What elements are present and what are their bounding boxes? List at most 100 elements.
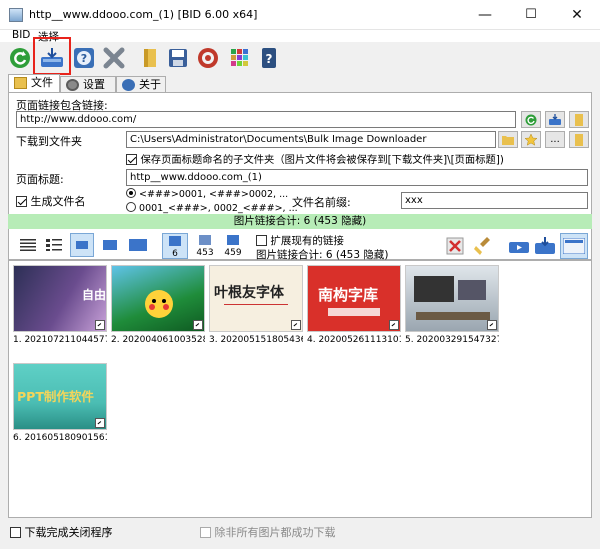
link-icon [389, 320, 399, 330]
delete-unless-label: 除非所有图片都成功下载 [214, 526, 336, 539]
thumbnail-item[interactable]: 南构字库 4. 2020052611131012... [307, 265, 401, 345]
link-icon [95, 418, 105, 428]
download-path-input[interactable]: C:\Users\Administrator\Documents\Bulk Im… [126, 131, 496, 148]
tab-files[interactable]: 文件 [8, 74, 60, 93]
thumbnail-image: 自由 [13, 265, 107, 332]
clean-icon[interactable] [470, 233, 496, 259]
folder-icon[interactable] [136, 44, 164, 72]
thumb-caption: 1. 2021072110445778... [13, 335, 107, 345]
detail-view-icon[interactable] [42, 233, 66, 257]
favorites-button[interactable] [521, 131, 541, 148]
maximize-button[interactable]: ☐ [508, 0, 554, 30]
thumb-text: 南构字库 [318, 286, 379, 304]
thumb-caption: 5. 2020032915473279... [405, 335, 499, 345]
link-count-bar: 图片链接合计: 6 (453 隐藏) [8, 214, 592, 229]
thumb-caption: 3. 2020051518054367... [209, 335, 303, 345]
checkbox-icon [126, 154, 137, 165]
expand-links-checkbox[interactable]: 扩展现有的链接 [256, 233, 344, 248]
help-icon[interactable]: ? [70, 44, 98, 72]
count-a-label: 6 [172, 249, 178, 259]
filter-count-c[interactable]: 459 [220, 233, 246, 259]
tab-label: 文件 [31, 76, 53, 89]
settings-icon[interactable] [194, 44, 222, 72]
info-icon[interactable]: ? [255, 44, 283, 72]
menu-bid[interactable]: BID [12, 29, 30, 41]
page-url-input[interactable]: http://www.ddooo.com/ [16, 111, 516, 128]
page-title-input[interactable]: http__www.ddooo.com_(1) [126, 169, 588, 186]
radio-prefix-pattern[interactable]: <###>0001, <###>0002, ... [126, 188, 288, 200]
list-view-icon[interactable] [16, 233, 40, 257]
prefix-input[interactable]: xxx [401, 192, 588, 209]
tab-about[interactable]: 关于 [116, 76, 166, 93]
thumbnail-item[interactable]: 自由 1. 2021072110445778... [13, 265, 107, 345]
thumbnail-image: 叶根友字体 [209, 265, 303, 332]
gear-icon [66, 79, 79, 91]
grid-icon[interactable] [226, 44, 254, 72]
thumbnail-item[interactable]: 2. 2020040610035285... [111, 265, 205, 345]
checkbox-icon [16, 196, 27, 207]
thumbnail-image [405, 265, 499, 332]
radio-prefix-label: <###>0001, <###>0002, ... [139, 189, 289, 200]
link-icon [95, 320, 105, 330]
app-icon [9, 8, 23, 22]
all-filter-icon [227, 235, 239, 245]
thumbnail-image: PPT制作软件 [13, 363, 107, 430]
checkbox-icon [10, 527, 21, 538]
filter-count-b[interactable]: 453 [192, 233, 218, 259]
menu-bar [0, 30, 600, 42]
save-subfolder-checkbox[interactable]: 保存页面标题命名的子文件夹（图片文件将会被保存到[下载文件夹]\[页面标题]) [126, 151, 504, 166]
thumb-caption: 2. 2020040610035285... [111, 335, 205, 345]
link-icon [193, 320, 203, 330]
info-tab-icon [122, 79, 135, 91]
thumbnail-image: 南构字库 [307, 265, 401, 332]
save-subfolder-label: 保存页面标题命名的子文件夹（图片文件将会被保存到[下载文件夹]\[页面标题]) [140, 154, 504, 166]
highlight-box [33, 37, 71, 75]
radio-suffix-pattern[interactable]: 0001_<###>, 0002_<###>, ... [126, 202, 298, 214]
more-options-button[interactable]: ... [545, 131, 565, 148]
small-thumb-view-icon[interactable] [70, 233, 94, 257]
thumbnail-item[interactable]: PPT制作软件 6. 2016051809015619... [13, 363, 107, 443]
close-when-done-label: 下载完成关闭程序 [24, 526, 113, 539]
folder-tab-icon [14, 77, 27, 89]
image-filter-icon [169, 236, 181, 246]
filter-count-a[interactable]: 6 [162, 233, 188, 259]
save-icon[interactable] [164, 44, 192, 72]
thumb-text: 叶根友字体 [214, 285, 284, 301]
folder-small-button[interactable] [569, 111, 589, 128]
stop-icon[interactable] [100, 44, 128, 72]
checkbox-icon [256, 235, 267, 246]
window-title: http__www.ddooo.com_(1) [BID 6.00 x64] [29, 8, 258, 21]
svg-text:?: ? [81, 52, 87, 65]
tab-settings[interactable]: 设置 [60, 76, 116, 93]
radio-icon [126, 188, 136, 198]
prefix-label: 文件名前缀: [292, 196, 351, 209]
hidden-filter-icon [199, 235, 211, 245]
link-icon [487, 320, 497, 330]
radio-icon [126, 202, 136, 212]
manager-icon[interactable] [560, 233, 588, 259]
refresh-icon[interactable] [6, 44, 34, 72]
play-download-icon[interactable] [506, 233, 532, 259]
download-small-button[interactable] [545, 111, 565, 128]
close-button[interactable]: ✕ [554, 0, 600, 30]
gen-filename-checkbox[interactable]: 生成文件名 [16, 193, 86, 209]
thumbnail-image [111, 265, 205, 332]
close-when-done-checkbox[interactable]: 下载完成关闭程序 [10, 524, 113, 540]
thumb-text: PPT制作软件 [17, 389, 94, 404]
large-thumb-view-icon[interactable] [126, 233, 150, 257]
refresh-small-button[interactable] [521, 111, 541, 128]
folder-open-button[interactable] [569, 131, 589, 148]
delete-icon[interactable] [442, 233, 468, 259]
gen-filename-label: 生成文件名 [30, 195, 86, 208]
delete-unless-checkbox: 除非所有图片都成功下载 [200, 524, 336, 540]
medium-thumb-view-icon[interactable] [98, 233, 122, 257]
link-icon [291, 320, 301, 330]
expand-links-label: 扩展现有的链接 [270, 235, 344, 247]
thumbnail-item[interactable]: 叶根友字体 3. 2020051518054367... [209, 265, 303, 345]
thumb-caption: 4. 2020052611131012... [307, 335, 401, 345]
queue-download-icon[interactable] [532, 233, 558, 259]
browse-folder-button[interactable] [498, 131, 518, 148]
minimize-button[interactable]: — [462, 0, 508, 30]
tab-label: 设置 [83, 78, 105, 91]
thumbnail-item[interactable]: 5. 2020032915473279... [405, 265, 499, 345]
